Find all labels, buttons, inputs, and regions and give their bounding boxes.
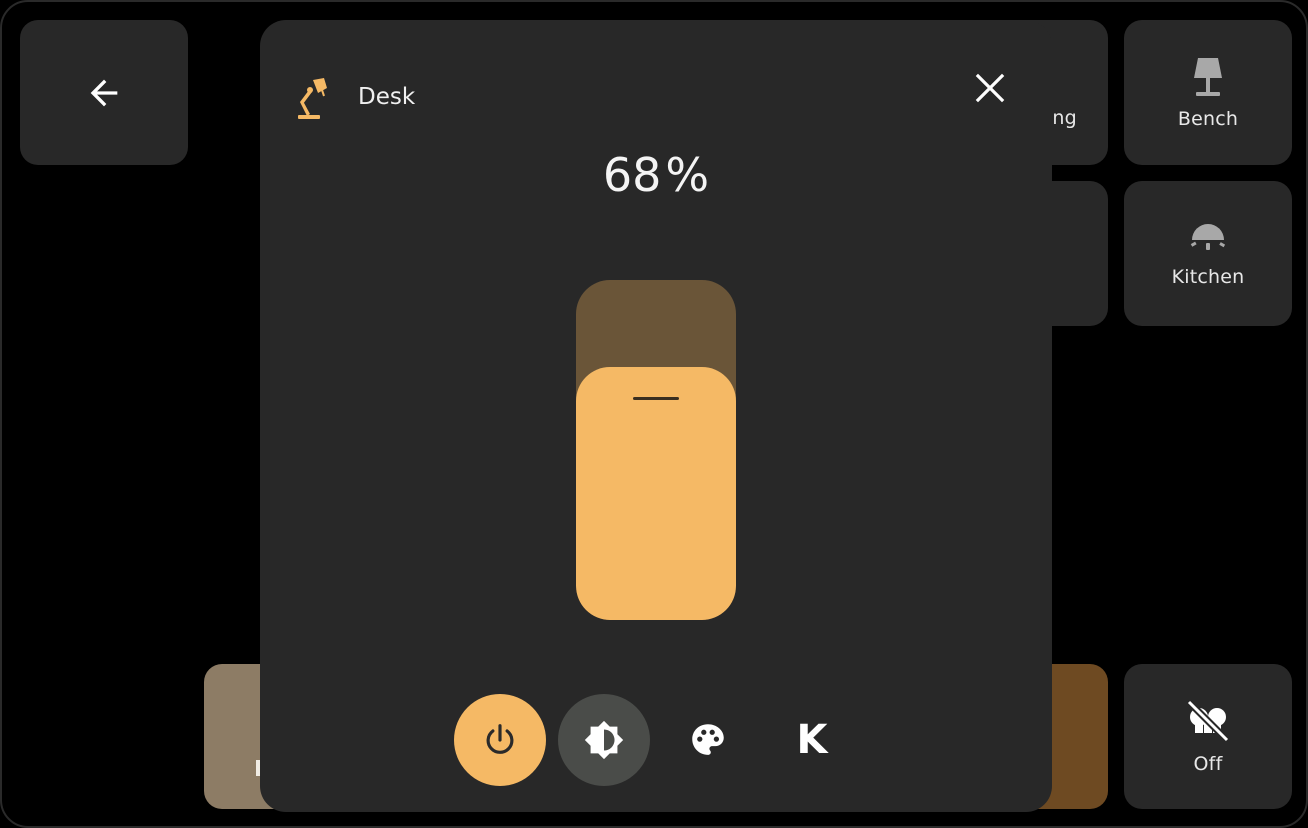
desk-lamp-icon: [298, 78, 327, 119]
tile-off-label: Off: [1193, 752, 1223, 775]
brightness-mode-button[interactable]: [558, 694, 650, 786]
brightness-slider[interactable]: [576, 280, 736, 620]
brightness-readout: 68%: [260, 148, 1052, 202]
tile-off[interactable]: Off: [1124, 664, 1292, 809]
brightness-slider-handle[interactable]: [633, 397, 679, 400]
floor-lamp-icon: [1194, 57, 1222, 96]
close-icon[interactable]: [966, 64, 1014, 112]
power-icon: [486, 724, 514, 754]
brightness-unit: %: [665, 148, 710, 202]
color-mode-button[interactable]: [662, 694, 754, 786]
color-temperature-button[interactable]: K: [766, 694, 858, 786]
tile-bench-label: Bench: [1177, 107, 1239, 130]
dialog-title: Desk: [358, 84, 416, 110]
tile-kitchen-label: Kitchen: [1171, 265, 1245, 288]
power-button[interactable]: [454, 694, 546, 786]
brightness-slider-fill: [576, 367, 736, 620]
lightbulb-group-off-icon: [1186, 699, 1230, 742]
light-dialog: Desk 68% K: [260, 20, 1052, 812]
kelvin-icon: K: [796, 717, 828, 763]
brightness-icon: [584, 720, 624, 760]
brightness-value: 68: [602, 148, 662, 202]
back-button[interactable]: [20, 20, 188, 165]
tile-bench[interactable]: Bench: [1124, 20, 1292, 165]
arrow-left-icon: [90, 79, 118, 106]
palette-icon: [692, 724, 724, 755]
tile-kitchen[interactable]: Kitchen: [1124, 181, 1292, 326]
pendant-light-icon: [1190, 223, 1226, 250]
app-frame: iling Bench Kitchen Off Desk 68% K: [0, 0, 1308, 828]
